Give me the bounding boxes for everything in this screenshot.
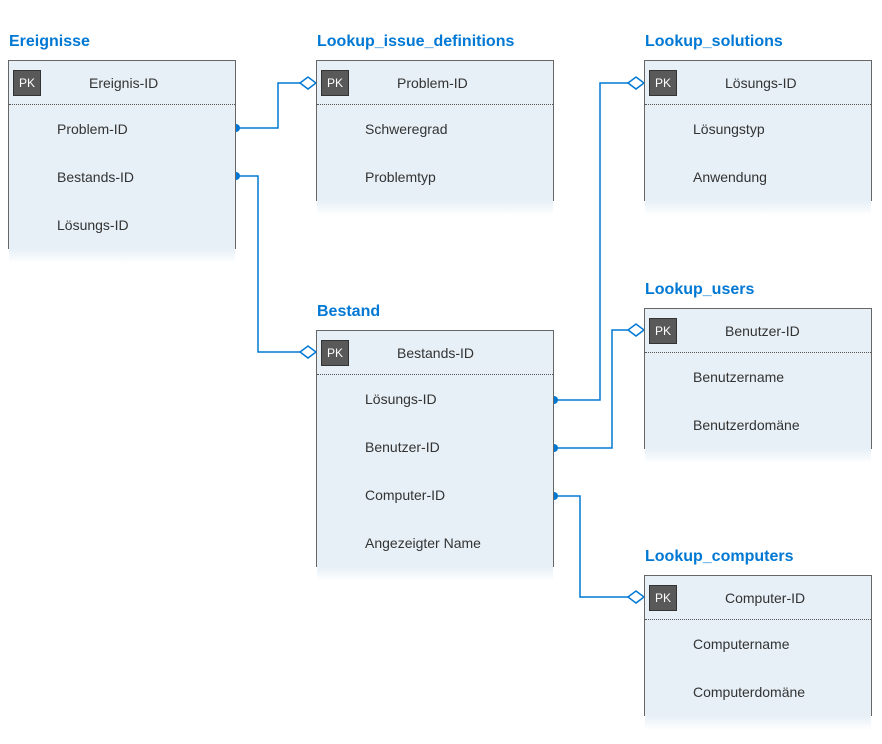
field-row: Computerdomäne bbox=[645, 668, 871, 716]
field: Schweregrad bbox=[317, 121, 448, 137]
field-row: Computer-ID bbox=[317, 471, 553, 519]
pk-badge: PK bbox=[649, 585, 677, 611]
pk-badge: PK bbox=[321, 340, 349, 366]
field: Benutzer-ID bbox=[317, 439, 440, 455]
field: Benutzername bbox=[645, 369, 784, 385]
entity-lookup-computers: Lookup_computers PK Computer-ID Computer… bbox=[644, 575, 872, 716]
field: Anwendung bbox=[645, 169, 767, 185]
field: Lösungstyp bbox=[645, 121, 765, 137]
pk-field: Bestands-ID bbox=[349, 345, 474, 361]
pk-row: PK Computer-ID bbox=[645, 576, 871, 620]
pk-badge: PK bbox=[649, 70, 677, 96]
field: Lösungs-ID bbox=[317, 391, 437, 407]
field-row: Lösungs-ID bbox=[9, 201, 235, 249]
field-row: Benutzerdomäne bbox=[645, 401, 871, 449]
field: Problemtyp bbox=[317, 169, 436, 185]
field-row: Lösungstyp bbox=[645, 105, 871, 153]
pk-row: PK Lösungs-ID bbox=[645, 61, 871, 105]
pk-field: Benutzer-ID bbox=[677, 323, 800, 339]
entity-title: Lookup_issue_definitions bbox=[317, 33, 514, 51]
entity-lookup-users: Lookup_users PK Benutzer-ID Benutzername… bbox=[644, 308, 872, 449]
field: Bestands-ID bbox=[9, 169, 134, 185]
field-row: Bestands-ID bbox=[9, 153, 235, 201]
pk-field: Computer-ID bbox=[677, 590, 805, 606]
field-row: Computername bbox=[645, 620, 871, 668]
field-row: Lösungs-ID bbox=[317, 375, 553, 423]
entity-title: Lookup_users bbox=[645, 281, 754, 299]
pk-field: Lösungs-ID bbox=[677, 75, 797, 91]
pk-row: PK Problem-ID bbox=[317, 61, 553, 105]
field-row: Anwendung bbox=[645, 153, 871, 201]
pk-field: Ereignis-ID bbox=[41, 75, 158, 91]
field-row: Benutzer-ID bbox=[317, 423, 553, 471]
field: Angezeigter Name bbox=[317, 535, 481, 551]
pk-row: PK Benutzer-ID bbox=[645, 309, 871, 353]
entity-ereignisse: Ereignisse PK Ereignis-ID Problem-ID Bes… bbox=[8, 60, 236, 249]
field: Lösungs-ID bbox=[9, 217, 129, 233]
pk-row: PK Ereignis-ID bbox=[9, 61, 235, 105]
field: Computername bbox=[645, 636, 790, 652]
pk-badge: PK bbox=[649, 318, 677, 344]
field-row: Schweregrad bbox=[317, 105, 553, 153]
field: Computer-ID bbox=[317, 487, 445, 503]
field: Computerdomäne bbox=[645, 684, 805, 700]
entity-lookup-solutions: Lookup_solutions PK Lösungs-ID Lösungsty… bbox=[644, 60, 872, 201]
field-row: Angezeigter Name bbox=[317, 519, 553, 567]
field-row: Problem-ID bbox=[9, 105, 235, 153]
pk-row: PK Bestands-ID bbox=[317, 331, 553, 375]
field: Benutzerdomäne bbox=[645, 417, 800, 433]
entity-lookup-issue-definitions: Lookup_issue_definitions PK Problem-ID S… bbox=[316, 60, 554, 201]
field-row: Problemtyp bbox=[317, 153, 553, 201]
entity-title: Bestand bbox=[317, 303, 380, 321]
entity-title: Ereignisse bbox=[9, 33, 90, 51]
pk-badge: PK bbox=[321, 70, 349, 96]
entity-title: Lookup_computers bbox=[645, 548, 793, 566]
field-row: Benutzername bbox=[645, 353, 871, 401]
pk-field: Problem-ID bbox=[349, 75, 468, 91]
field: Problem-ID bbox=[9, 121, 128, 137]
entity-bestand: Bestand PK Bestands-ID Lösungs-ID Benutz… bbox=[316, 330, 554, 567]
entity-title: Lookup_solutions bbox=[645, 33, 783, 51]
pk-badge: PK bbox=[13, 70, 41, 96]
